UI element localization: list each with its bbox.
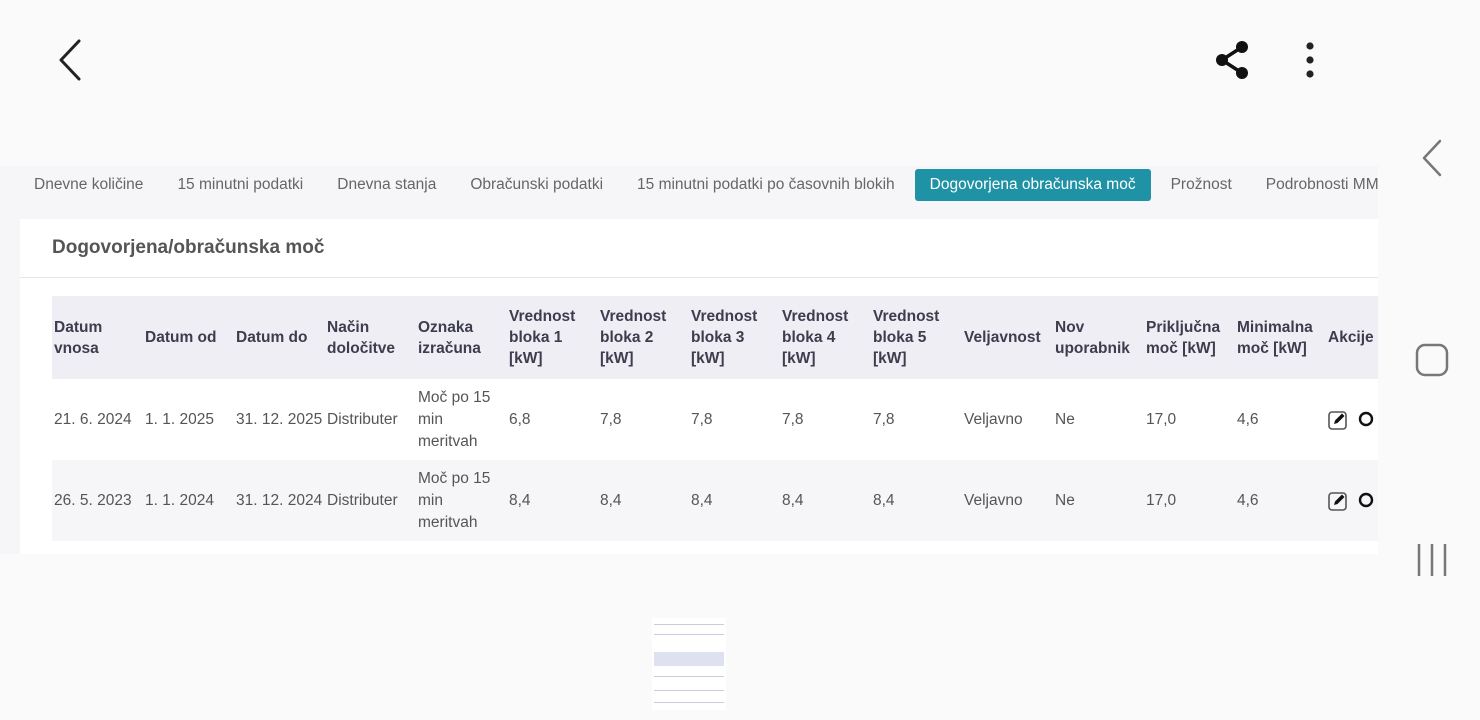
column-header[interactable]: Datum vnosa (52, 296, 143, 379)
table-cell: 4,6 (1237, 491, 1259, 509)
tab-obracunski-podatki[interactable]: Obračunski podatki (453, 169, 620, 201)
table-cell: Moč po 15 min meritvah (418, 469, 491, 531)
thumbnail-line (654, 690, 724, 691)
column-header[interactable]: Vrednost bloka 1 [kW] (507, 296, 598, 379)
tab-dnevne-kolicine[interactable]: Dnevne količine (17, 169, 160, 201)
table-cell: Ne (1055, 410, 1075, 428)
chevron-left-icon (1422, 139, 1442, 177)
thumbnail-line (654, 624, 724, 625)
table-cell: Veljavno (964, 491, 1023, 509)
table-cell: 1. 1. 2025 (145, 410, 214, 428)
home-square-icon (1415, 343, 1449, 377)
column-header: Akcije (1328, 329, 1374, 346)
power-table: Datum vnosa Datum od Datum do Način dolo… (52, 296, 1378, 541)
actions-cell (1326, 460, 1378, 541)
table-header-row: Datum vnosa Datum od Datum do Način dolo… (52, 296, 1378, 379)
system-home-button[interactable] (1408, 336, 1456, 384)
column-header[interactable]: Vrednost bloka 2 [kW] (598, 296, 689, 379)
table-cell: 26. 5. 2023 (54, 491, 132, 509)
table-cell: 7,8 (873, 410, 895, 428)
table-cell: 7,8 (600, 410, 622, 428)
table-cell: 7,8 (782, 410, 804, 428)
system-recent-apps-button[interactable] (1408, 536, 1456, 584)
column-header[interactable]: Veljavnost (962, 296, 1053, 379)
table-cell: 17,0 (1146, 410, 1177, 428)
table-row: 26. 5. 2023 1. 1. 2024 31. 12. 2024 Dist… (52, 460, 1378, 541)
system-back-button[interactable] (1410, 134, 1454, 182)
table-cell: 8,4 (873, 491, 895, 509)
actions-cell (1326, 379, 1378, 460)
table-cell: 21. 6. 2024 (54, 410, 132, 428)
edit-button[interactable] (1328, 410, 1348, 430)
tab-bar: Dnevne količine 15 minutni podatki Dnevn… (0, 166, 1378, 204)
table-cell: Ne (1055, 491, 1075, 509)
table-cell: 8,4 (600, 491, 622, 509)
tab-15-minutni-podatki[interactable]: 15 minutni podatki (160, 169, 320, 201)
thumbnail-line (654, 702, 724, 703)
search-icon (1358, 411, 1374, 426)
more-vertical-icon (1306, 42, 1314, 78)
edit-icon (1328, 491, 1347, 511)
column-header[interactable]: Vrednost bloka 5 [kW] (871, 296, 962, 379)
share-button[interactable] (1210, 38, 1254, 82)
table-cell: 8,4 (691, 491, 713, 509)
table-cell: 4,6 (1237, 410, 1259, 428)
table-cell: 8,4 (509, 491, 531, 509)
table-cell: 1. 1. 2024 (145, 491, 214, 509)
view-button[interactable] (1358, 491, 1376, 511)
table-cell: Moč po 15 min meritvah (418, 388, 491, 450)
back-button[interactable] (48, 36, 92, 84)
thumbnail-line (654, 634, 724, 635)
column-header[interactable]: Nov uporabnik (1053, 296, 1144, 379)
tab-proznost[interactable]: Prožnost (1154, 169, 1249, 201)
thumbnail-line (654, 676, 724, 677)
table-cell: 8,4 (782, 491, 804, 509)
tab-15-minutni-po-casovnih-blokih[interactable]: 15 minutni podatki po časovnih blokih (620, 169, 912, 201)
divider (20, 277, 1378, 278)
power-card: Dogovorjena/obračunska moč Datum vnosa D… (20, 219, 1378, 554)
edit-button[interactable] (1328, 491, 1348, 511)
table-cell: Distributer (327, 491, 398, 509)
table-cell: 31. 12. 2024 (236, 491, 323, 509)
column-header[interactable]: Datum od (143, 296, 234, 379)
column-header[interactable]: Oznaka izračuna (416, 296, 507, 379)
card-title: Dogovorjena/obračunska moč (52, 237, 325, 258)
column-header[interactable]: Vrednost bloka 3 [kW] (689, 296, 780, 379)
view-button[interactable] (1358, 410, 1376, 430)
tab-dogovorjena-obracunska-moc[interactable]: Dogovorjena obračunska moč (914, 169, 1151, 201)
search-icon (1358, 492, 1374, 507)
table-cell: Distributer (327, 410, 398, 428)
column-header[interactable]: Način določitve (325, 296, 416, 379)
column-header[interactable]: Minimalna moč [kW] (1235, 296, 1326, 379)
edit-icon (1328, 410, 1347, 430)
table-cell: 31. 12. 2025 (236, 410, 323, 428)
thumbnail-block (654, 652, 724, 666)
more-options-button[interactable] (1290, 38, 1330, 82)
table-cell: 17,0 (1146, 491, 1177, 509)
table-cell: Veljavno (964, 410, 1023, 428)
chevron-left-icon (59, 39, 81, 81)
column-header[interactable]: Datum do (234, 296, 325, 379)
column-header[interactable]: Vrednost bloka 4 [kW] (780, 296, 871, 379)
tab-podrobnosti-mm[interactable]: Podrobnosti MM (1249, 169, 1378, 201)
column-header[interactable]: Priključna moč [kW] (1144, 296, 1235, 379)
tab-dnevna-stanja[interactable]: Dnevna stanja (320, 169, 453, 201)
table-cell: 7,8 (691, 410, 713, 428)
table-cell: 6,8 (509, 410, 531, 428)
table-row: 21. 6. 2024 1. 1. 2025 31. 12. 2025 Dist… (52, 379, 1378, 460)
content-viewport: Dnevne količine 15 minutni podatki Dnevn… (0, 166, 1378, 554)
share-icon (1216, 41, 1248, 79)
page-thumbnail[interactable] (652, 618, 726, 710)
recent-apps-icon (1417, 544, 1447, 576)
